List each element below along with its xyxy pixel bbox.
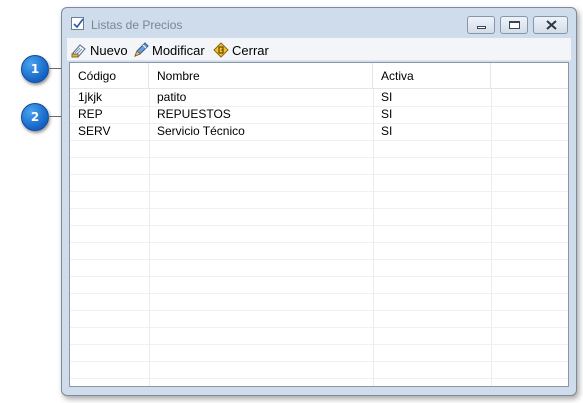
- cerrar-button[interactable]: Cerrar: [213, 41, 269, 59]
- close-icon: [546, 20, 557, 30]
- nuevo-button[interactable]: Nuevo: [71, 41, 128, 59]
- maximize-icon: [509, 21, 520, 29]
- cell-nombre: Servicio Técnico: [157, 124, 245, 138]
- row-separator: [70, 310, 568, 311]
- row-separator: [70, 293, 568, 294]
- column-header-activa[interactable]: Activa: [373, 63, 491, 89]
- maximize-button[interactable]: [500, 16, 528, 34]
- cell-activa: SI: [381, 124, 393, 138]
- column-header-codigo[interactable]: Código: [70, 63, 149, 89]
- toolbar: Nuevo Modificar Cerrar: [67, 38, 571, 61]
- callout-1: 1: [21, 55, 49, 83]
- row-separator: [70, 157, 568, 158]
- title-bar[interactable]: Listas de Precios: [62, 8, 576, 36]
- listas-de-precios-window: Listas de Precios Nuevo Modificar Cerrar…: [61, 7, 577, 396]
- row-separator: [70, 361, 568, 362]
- row-separator: [70, 378, 568, 379]
- new-document-icon: [71, 44, 86, 58]
- close-button[interactable]: [533, 16, 568, 34]
- minimize-icon: [477, 26, 486, 29]
- edit-pencil-icon: [134, 42, 149, 57]
- callout-2: 2: [21, 103, 49, 131]
- row-separator: [70, 174, 568, 175]
- cell-activa: SI: [381, 107, 393, 121]
- cell-activa: SI: [381, 90, 393, 104]
- price-lists-grid[interactable]: Código Nombre Activa 1jkjk patito SI REP…: [69, 62, 569, 387]
- column-header-filler: [491, 63, 568, 89]
- cell-nombre: REPUESTOS: [157, 107, 231, 121]
- cell-nombre: patito: [157, 90, 187, 104]
- grid-header: Código Nombre Activa: [70, 63, 568, 89]
- column-divider: [491, 89, 492, 386]
- row-separator: [70, 242, 568, 243]
- app-checkbox-icon: [71, 17, 84, 30]
- row-separator: [70, 276, 568, 277]
- cell-codigo: REP: [78, 107, 103, 121]
- row-separator: [70, 191, 568, 192]
- minimize-button[interactable]: [467, 16, 495, 34]
- cell-codigo: SERV: [78, 124, 111, 138]
- window-title: Listas de Precios: [91, 18, 183, 32]
- cell-codigo: 1jkjk: [78, 90, 103, 104]
- row-separator: [70, 344, 568, 345]
- modificar-label: Modificar: [152, 42, 205, 58]
- row-separator: [70, 259, 568, 260]
- row-separator: [70, 327, 568, 328]
- row-separator: [70, 225, 568, 226]
- cerrar-label: Cerrar: [232, 42, 269, 58]
- row-separator: [70, 140, 568, 141]
- column-header-nombre[interactable]: Nombre: [149, 63, 373, 89]
- close-door-icon: [213, 42, 229, 58]
- nuevo-label: Nuevo: [90, 42, 128, 58]
- row-separator: [70, 208, 568, 209]
- modificar-button[interactable]: Modificar: [133, 41, 205, 59]
